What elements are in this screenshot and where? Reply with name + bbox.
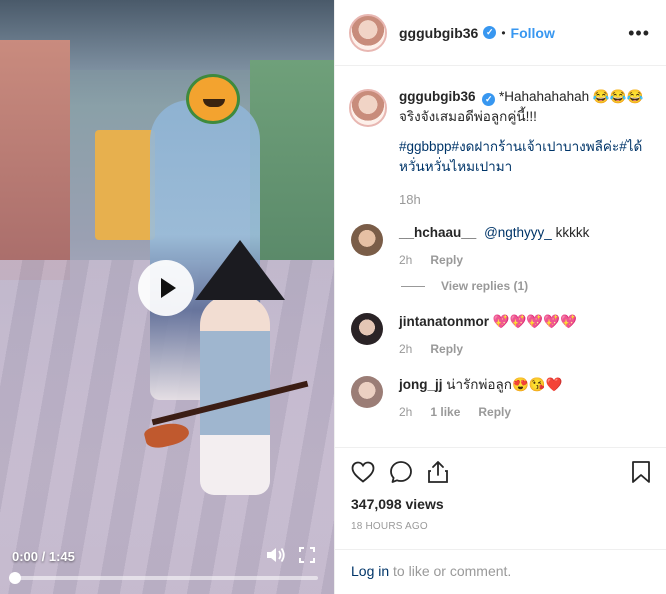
author-username[interactable]: gggubgib36: [399, 25, 478, 41]
view-replies-label: View replies (1): [441, 279, 529, 293]
play-button[interactable]: [138, 260, 194, 316]
comment-meta: 2h 1 like Reply: [399, 403, 562, 421]
comment-item: jintanatonmor 💖💖💖💖💖 2h Reply: [335, 313, 666, 358]
commenter-avatar[interactable]: [351, 376, 383, 408]
header-separator: •: [501, 25, 506, 40]
video-time: 0:00 / 1:45: [12, 549, 75, 564]
pumpkin-mask: [186, 74, 240, 124]
video-frame-wall: [0, 40, 70, 280]
follow-button[interactable]: Follow: [511, 25, 555, 41]
video-player[interactable]: 0:00 / 1:45: [0, 0, 334, 594]
comment-body: __hchaau__ @ngthyyy_ kkkkk 2h Reply: [399, 224, 589, 269]
post-header: gggubgib36 ✓ • Follow •••: [335, 0, 666, 66]
comment-body: jintanatonmor 💖💖💖💖💖 2h Reply: [399, 313, 577, 358]
reply-button[interactable]: Reply: [478, 403, 511, 421]
verified-badge-icon: ✓: [483, 26, 497, 39]
login-prompt: Log in to like or comment.: [335, 549, 666, 592]
comment-item: jong_jj น่ารักพ่อลูก😍😘❤️ 2h 1 like Reply: [335, 376, 666, 421]
view-replies-button[interactable]: View replies (1): [401, 279, 666, 293]
commenter-avatar[interactable]: [351, 313, 383, 345]
comment-mention[interactable]: @ngthyyy_: [484, 225, 552, 240]
comment-time: 2h: [399, 405, 413, 419]
instagram-post: 0:00 / 1:45 gggubgib36 ✓ • Follow ••• gg…: [0, 0, 666, 594]
action-icons: [351, 460, 651, 484]
post-caption: gggubgib36 ✓ *Hahahahahah 😂😂😂จริงจังเสมอ…: [335, 67, 666, 210]
comment-time: 2h: [399, 342, 413, 356]
comment-body: jong_jj น่ารักพ่อลูก😍😘❤️ 2h 1 like Reply: [399, 376, 562, 421]
caption-avatar[interactable]: [349, 89, 387, 127]
login-text: to like or comment.: [389, 563, 512, 579]
caption-body: gggubgib36 ✓ *Hahahahahah 😂😂😂จริงจังเสมอ…: [399, 87, 651, 210]
witch-hat: [195, 240, 285, 300]
comment-icon[interactable]: [389, 460, 413, 484]
heart-icon[interactable]: [351, 461, 375, 483]
commenter-username[interactable]: jong_jj: [399, 377, 443, 392]
author-avatar[interactable]: [349, 13, 387, 52]
replies-divider: [401, 285, 425, 287]
commenter-username[interactable]: __hchaau__: [399, 225, 476, 240]
comments-list[interactable]: gggubgib36 ✓ *Hahahahahah 😂😂😂จริงจังเสมอ…: [335, 67, 666, 447]
more-options-icon[interactable]: •••: [628, 24, 650, 42]
view-count[interactable]: 347,098 views: [351, 496, 651, 512]
volume-icon[interactable]: [266, 546, 286, 564]
commenter-username[interactable]: jintanatonmor: [399, 314, 489, 329]
comment-text: 💖💖💖💖💖: [489, 314, 577, 329]
video-frame-booth: [95, 130, 155, 240]
reply-button[interactable]: Reply: [430, 340, 463, 358]
caption-username[interactable]: gggubgib36: [399, 89, 476, 104]
verified-badge-icon: ✓: [482, 92, 496, 106]
share-icon[interactable]: [427, 460, 449, 484]
comment-item: __hchaau__ @ngthyyy_ kkkkk 2h Reply: [335, 224, 666, 269]
reply-button[interactable]: Reply: [430, 251, 463, 269]
play-icon: [160, 278, 176, 298]
bookmark-icon[interactable]: [631, 460, 651, 484]
commenter-avatar[interactable]: [351, 224, 383, 256]
caption-time: 18h: [399, 192, 421, 207]
comment-meta: 2h Reply: [399, 251, 589, 269]
action-bar: 347,098 views 18 HOURS AGO: [335, 447, 666, 532]
post-panel: gggubgib36 ✓ • Follow ••• gggubgib36 ✓ *…: [334, 0, 666, 594]
login-link[interactable]: Log in: [351, 563, 389, 579]
comment-text: kkkkk: [551, 225, 590, 240]
post-timestamp: 18 HOURS AGO: [351, 521, 428, 532]
video-frame-wall-right: [250, 60, 334, 260]
video-progress-bar[interactable]: [9, 572, 318, 584]
progress-scrubber[interactable]: [9, 572, 21, 584]
comment-meta: 2h Reply: [399, 340, 577, 358]
fullscreen-icon[interactable]: [299, 547, 315, 563]
comment-likes[interactable]: 1 like: [430, 403, 460, 421]
comment-time: 2h: [399, 253, 413, 267]
comment-text: น่ารักพ่อลูก😍😘❤️: [442, 377, 563, 392]
caption-hashtags[interactable]: #ggbbpp#งดฝากร้านเจ้าเปาบางพลีค่ะ#ได้หวั…: [399, 137, 651, 177]
